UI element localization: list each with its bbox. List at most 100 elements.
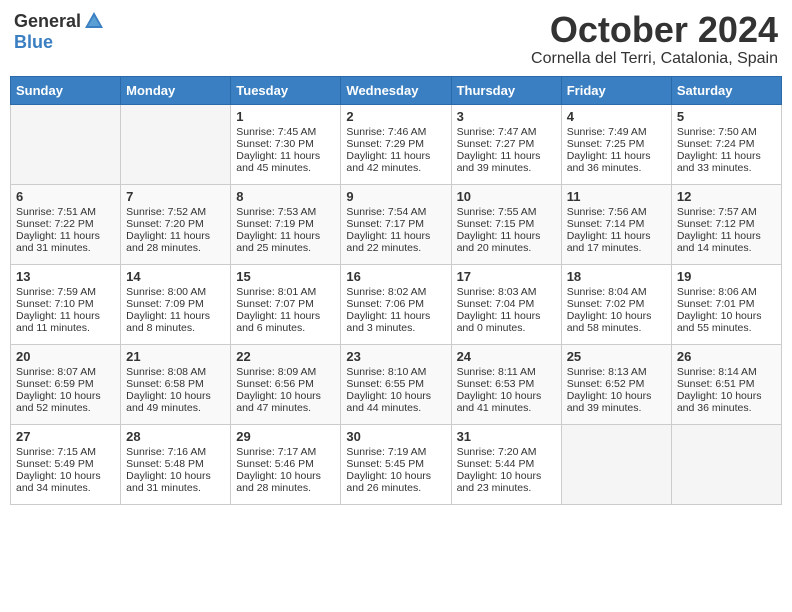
sunrise-text: Sunrise: 8:14 AM — [677, 366, 776, 378]
day-number: 23 — [346, 349, 445, 364]
sunrise-text: Sunrise: 8:03 AM — [457, 286, 556, 298]
month-title: October 2024 — [531, 10, 778, 50]
sunrise-text: Sunrise: 8:08 AM — [126, 366, 225, 378]
calendar-cell: 25Sunrise: 8:13 AMSunset: 6:52 PMDayligh… — [561, 344, 671, 424]
calendar-cell: 22Sunrise: 8:09 AMSunset: 6:56 PMDayligh… — [231, 344, 341, 424]
sunset-text: Sunset: 7:07 PM — [236, 298, 335, 310]
daylight-text: Daylight: 11 hours and 20 minutes. — [457, 230, 556, 254]
calendar-cell: 23Sunrise: 8:10 AMSunset: 6:55 PMDayligh… — [341, 344, 451, 424]
sunset-text: Sunset: 7:19 PM — [236, 218, 335, 230]
daylight-text: Daylight: 11 hours and 17 minutes. — [567, 230, 666, 254]
sunset-text: Sunset: 7:22 PM — [16, 218, 115, 230]
sunset-text: Sunset: 5:44 PM — [457, 458, 556, 470]
sunset-text: Sunset: 6:56 PM — [236, 378, 335, 390]
sunset-text: Sunset: 7:06 PM — [346, 298, 445, 310]
calendar-cell — [561, 424, 671, 504]
sunset-text: Sunset: 5:49 PM — [16, 458, 115, 470]
sunrise-text: Sunrise: 7:15 AM — [16, 446, 115, 458]
sunset-text: Sunset: 6:55 PM — [346, 378, 445, 390]
day-number: 6 — [16, 189, 115, 204]
day-number: 31 — [457, 429, 556, 444]
day-header: Monday — [121, 76, 231, 104]
daylight-text: Daylight: 10 hours and 41 minutes. — [457, 390, 556, 414]
sunrise-text: Sunrise: 8:02 AM — [346, 286, 445, 298]
day-number: 19 — [677, 269, 776, 284]
day-number: 29 — [236, 429, 335, 444]
sunrise-text: Sunrise: 7:20 AM — [457, 446, 556, 458]
calendar-cell: 12Sunrise: 7:57 AMSunset: 7:12 PMDayligh… — [671, 184, 781, 264]
sunrise-text: Sunrise: 7:54 AM — [346, 206, 445, 218]
daylight-text: Daylight: 11 hours and 8 minutes. — [126, 310, 225, 334]
sunrise-text: Sunrise: 7:57 AM — [677, 206, 776, 218]
sunset-text: Sunset: 6:53 PM — [457, 378, 556, 390]
daylight-text: Daylight: 11 hours and 31 minutes. — [16, 230, 115, 254]
sunrise-text: Sunrise: 8:11 AM — [457, 366, 556, 378]
sunrise-text: Sunrise: 7:50 AM — [677, 126, 776, 138]
day-number: 30 — [346, 429, 445, 444]
page-header: General Blue October 2024 Cornella del T… — [10, 10, 782, 68]
daylight-text: Daylight: 11 hours and 33 minutes. — [677, 150, 776, 174]
sunrise-text: Sunrise: 7:55 AM — [457, 206, 556, 218]
sunset-text: Sunset: 6:58 PM — [126, 378, 225, 390]
daylight-text: Daylight: 10 hours and 26 minutes. — [346, 470, 445, 494]
sunrise-text: Sunrise: 7:53 AM — [236, 206, 335, 218]
header-row: SundayMondayTuesdayWednesdayThursdayFrid… — [11, 76, 782, 104]
day-number: 10 — [457, 189, 556, 204]
daylight-text: Daylight: 10 hours and 28 minutes. — [236, 470, 335, 494]
calendar-week-row: 1Sunrise: 7:45 AMSunset: 7:30 PMDaylight… — [11, 104, 782, 184]
daylight-text: Daylight: 11 hours and 28 minutes. — [126, 230, 225, 254]
calendar-cell: 14Sunrise: 8:00 AMSunset: 7:09 PMDayligh… — [121, 264, 231, 344]
daylight-text: Daylight: 10 hours and 49 minutes. — [126, 390, 225, 414]
daylight-text: Daylight: 10 hours and 23 minutes. — [457, 470, 556, 494]
sunrise-text: Sunrise: 8:06 AM — [677, 286, 776, 298]
calendar-cell: 17Sunrise: 8:03 AMSunset: 7:04 PMDayligh… — [451, 264, 561, 344]
daylight-text: Daylight: 11 hours and 22 minutes. — [346, 230, 445, 254]
calendar-cell: 27Sunrise: 7:15 AMSunset: 5:49 PMDayligh… — [11, 424, 121, 504]
day-header: Thursday — [451, 76, 561, 104]
calendar-cell: 3Sunrise: 7:47 AMSunset: 7:27 PMDaylight… — [451, 104, 561, 184]
sunrise-text: Sunrise: 7:46 AM — [346, 126, 445, 138]
sunrise-text: Sunrise: 8:13 AM — [567, 366, 666, 378]
sunset-text: Sunset: 5:48 PM — [126, 458, 225, 470]
logo-icon — [83, 10, 105, 32]
day-number: 18 — [567, 269, 666, 284]
calendar-cell: 9Sunrise: 7:54 AMSunset: 7:17 PMDaylight… — [341, 184, 451, 264]
daylight-text: Daylight: 11 hours and 36 minutes. — [567, 150, 666, 174]
day-number: 20 — [16, 349, 115, 364]
day-number: 25 — [567, 349, 666, 364]
day-number: 24 — [457, 349, 556, 364]
day-number: 13 — [16, 269, 115, 284]
day-header: Friday — [561, 76, 671, 104]
day-header: Tuesday — [231, 76, 341, 104]
day-number: 7 — [126, 189, 225, 204]
day-number: 1 — [236, 109, 335, 124]
daylight-text: Daylight: 11 hours and 39 minutes. — [457, 150, 556, 174]
day-number: 9 — [346, 189, 445, 204]
day-number: 12 — [677, 189, 776, 204]
daylight-text: Daylight: 11 hours and 11 minutes. — [16, 310, 115, 334]
calendar-cell: 30Sunrise: 7:19 AMSunset: 5:45 PMDayligh… — [341, 424, 451, 504]
day-number: 4 — [567, 109, 666, 124]
sunset-text: Sunset: 7:20 PM — [126, 218, 225, 230]
sunset-text: Sunset: 7:15 PM — [457, 218, 556, 230]
logo: General Blue — [14, 10, 105, 53]
daylight-text: Daylight: 10 hours and 55 minutes. — [677, 310, 776, 334]
day-number: 3 — [457, 109, 556, 124]
sunrise-text: Sunrise: 7:16 AM — [126, 446, 225, 458]
calendar-cell: 11Sunrise: 7:56 AMSunset: 7:14 PMDayligh… — [561, 184, 671, 264]
calendar-cell: 29Sunrise: 7:17 AMSunset: 5:46 PMDayligh… — [231, 424, 341, 504]
sunset-text: Sunset: 7:14 PM — [567, 218, 666, 230]
calendar-cell — [11, 104, 121, 184]
daylight-text: Daylight: 10 hours and 44 minutes. — [346, 390, 445, 414]
sunset-text: Sunset: 6:52 PM — [567, 378, 666, 390]
location-title: Cornella del Terri, Catalonia, Spain — [531, 50, 778, 68]
calendar-cell: 18Sunrise: 8:04 AMSunset: 7:02 PMDayligh… — [561, 264, 671, 344]
daylight-text: Daylight: 11 hours and 45 minutes. — [236, 150, 335, 174]
daylight-text: Daylight: 10 hours and 34 minutes. — [16, 470, 115, 494]
sunrise-text: Sunrise: 8:04 AM — [567, 286, 666, 298]
day-number: 5 — [677, 109, 776, 124]
day-number: 28 — [126, 429, 225, 444]
sunset-text: Sunset: 7:25 PM — [567, 138, 666, 150]
calendar-cell: 6Sunrise: 7:51 AMSunset: 7:22 PMDaylight… — [11, 184, 121, 264]
calendar-cell — [121, 104, 231, 184]
